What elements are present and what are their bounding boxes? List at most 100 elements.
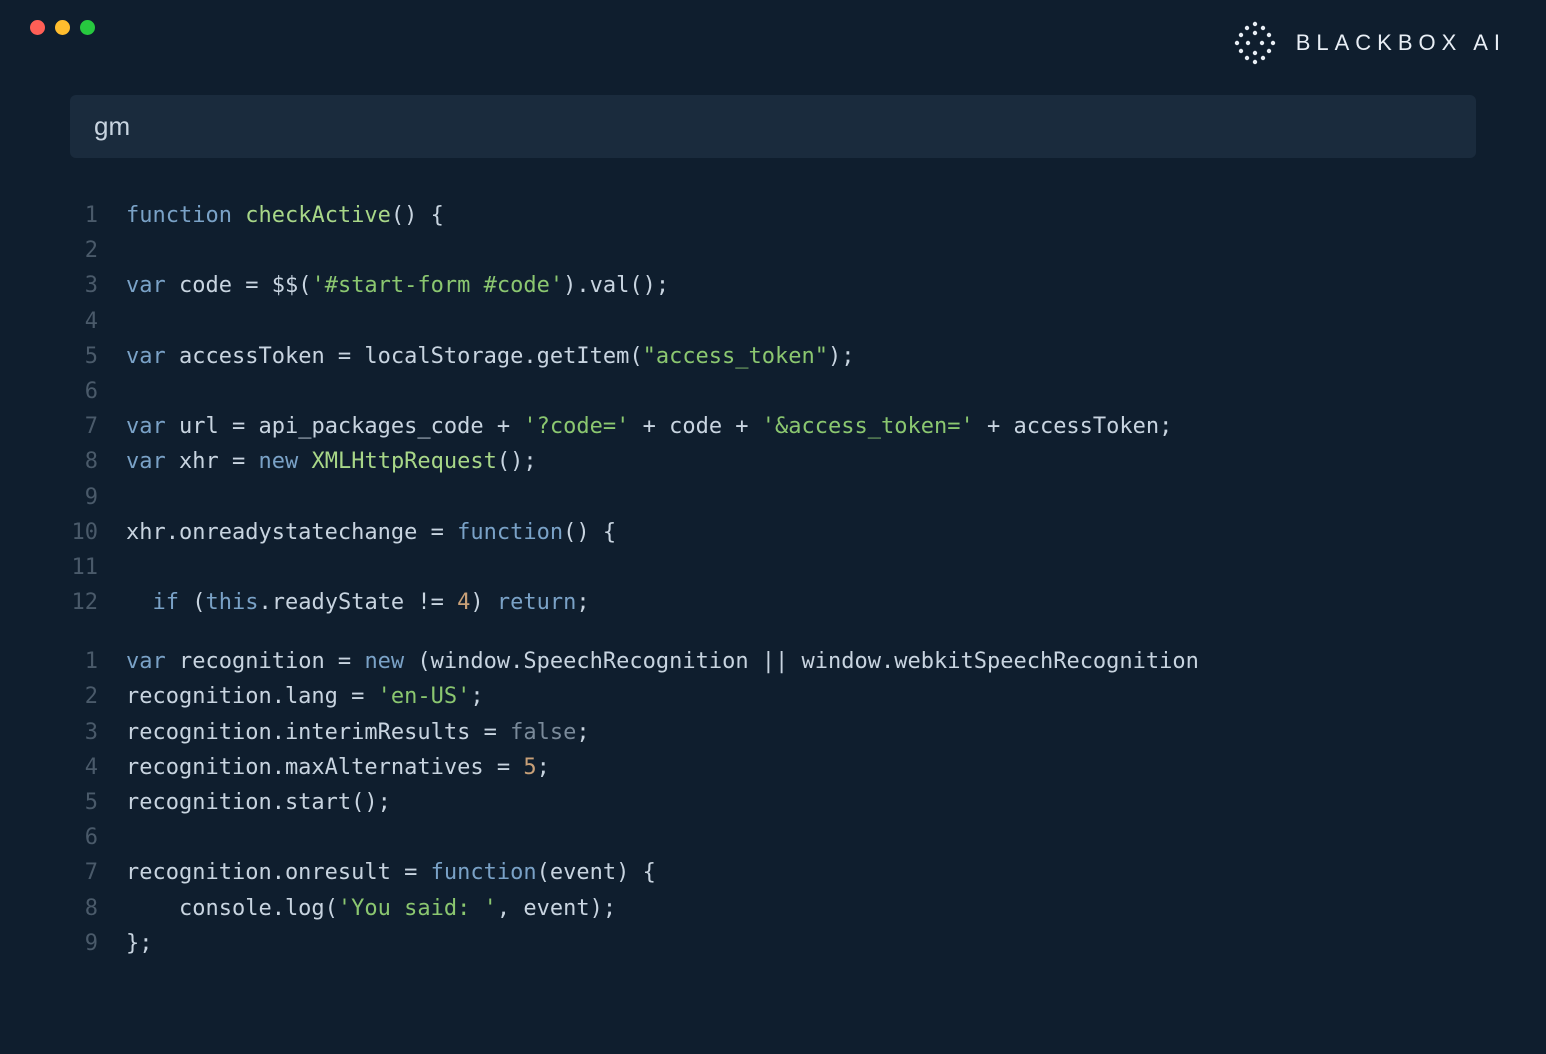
code-line[interactable]: 1function checkActive() { xyxy=(70,198,1476,233)
line-number: 5 xyxy=(70,785,126,820)
code-line[interactable]: 8 console.log('You said: ', event); xyxy=(70,891,1476,926)
line-content: var accessToken = localStorage.getItem("… xyxy=(126,339,1476,374)
code-token: xhr = xyxy=(166,449,259,474)
line-number: 8 xyxy=(70,444,126,479)
code-token: "access_token" xyxy=(643,344,828,369)
search-input[interactable]: gm xyxy=(70,95,1476,158)
line-number: 3 xyxy=(70,268,126,303)
code-token: var xyxy=(126,649,166,674)
code-token xyxy=(232,203,245,228)
code-line[interactable]: 11 xyxy=(70,550,1476,585)
code-token: XMLHttpRequest xyxy=(311,449,496,474)
code-line[interactable]: 9}; xyxy=(70,926,1476,961)
line-number: 6 xyxy=(70,374,126,409)
code-token: recognition = xyxy=(166,649,365,674)
minimize-window-button[interactable] xyxy=(55,20,70,35)
code-token: ); xyxy=(828,344,855,369)
code-token: + accessToken; xyxy=(974,414,1173,439)
line-number: 4 xyxy=(70,304,126,339)
code-token: new xyxy=(364,649,404,674)
code-token: checkActive xyxy=(245,203,391,228)
code-token: (); xyxy=(497,449,537,474)
code-line[interactable]: 10xhr.onreadystatechange = function() { xyxy=(70,515,1476,550)
code-token: function xyxy=(431,860,537,885)
line-content: recognition.lang = 'en-US'; xyxy=(126,679,1476,714)
line-number: 7 xyxy=(70,409,126,444)
code-line[interactable]: 5recognition.start(); xyxy=(70,785,1476,820)
code-token: 5 xyxy=(523,755,536,780)
line-content: if (this.readyState != 4) return; xyxy=(126,585,1476,620)
code-token: url = api_packages_code + xyxy=(166,414,524,439)
code-line[interactable]: 4recognition.maxAlternatives = 5; xyxy=(70,750,1476,785)
code-line[interactable]: 6 xyxy=(70,820,1476,855)
line-content: var url = api_packages_code + '?code=' +… xyxy=(126,409,1476,444)
code-token: (window.SpeechRecognition || window.webk… xyxy=(404,649,1199,674)
code-line[interactable]: 9 xyxy=(70,480,1476,515)
code-line[interactable]: 8var xhr = new XMLHttpRequest(); xyxy=(70,444,1476,479)
code-token: var xyxy=(126,449,166,474)
code-line[interactable]: 7var url = api_packages_code + '?code=' … xyxy=(70,409,1476,444)
code-token: ).val(); xyxy=(563,273,669,298)
code-token: ; xyxy=(576,590,589,615)
code-token: 'en-US' xyxy=(378,684,471,709)
brand-dots-icon xyxy=(1230,18,1280,68)
code-token: + code + xyxy=(629,414,761,439)
line-number: 2 xyxy=(70,233,126,268)
code-token xyxy=(298,449,311,474)
code-line[interactable]: 7recognition.onresult = function(event) … xyxy=(70,855,1476,890)
code-token: new xyxy=(258,449,298,474)
code-token: accessToken = localStorage.getItem( xyxy=(166,344,643,369)
line-content: var recognition = new (window.SpeechReco… xyxy=(126,644,1476,679)
line-number: 7 xyxy=(70,855,126,890)
code-line[interactable]: 3recognition.interimResults = false; xyxy=(70,715,1476,750)
code-token: ; xyxy=(470,684,483,709)
maximize-window-button[interactable] xyxy=(80,20,95,35)
code-token: ( xyxy=(179,590,206,615)
line-number: 11 xyxy=(70,550,126,585)
code-line[interactable]: 3var code = $$('#start-form #code').val(… xyxy=(70,268,1476,303)
code-token: var xyxy=(126,414,166,439)
code-token: recognition.start(); xyxy=(126,790,391,815)
line-number: 9 xyxy=(70,926,126,961)
line-number: 1 xyxy=(70,198,126,233)
line-content: recognition.maxAlternatives = 5; xyxy=(126,750,1476,785)
code-token: 4 xyxy=(457,590,470,615)
code-line[interactable]: 2recognition.lang = 'en-US'; xyxy=(70,679,1476,714)
close-window-button[interactable] xyxy=(30,20,45,35)
code-token xyxy=(126,590,153,615)
code-line[interactable]: 5var accessToken = localStorage.getItem(… xyxy=(70,339,1476,374)
code-token: return xyxy=(497,590,576,615)
code-block: 1function checkActive() {23var code = $$… xyxy=(70,198,1476,620)
line-content: var code = $$('#start-form #code').val()… xyxy=(126,268,1476,303)
code-line[interactable]: 12 if (this.readyState != 4) return; xyxy=(70,585,1476,620)
code-token: '?code=' xyxy=(523,414,629,439)
code-token: function xyxy=(126,203,232,228)
code-token: }; xyxy=(126,931,153,956)
line-content: recognition.interimResults = false; xyxy=(126,715,1476,750)
line-number: 8 xyxy=(70,891,126,926)
code-token: '#start-form #code' xyxy=(311,273,563,298)
line-number: 12 xyxy=(70,585,126,620)
code-token: recognition.maxAlternatives = xyxy=(126,755,523,780)
code-token: , event); xyxy=(497,896,616,921)
line-number: 2 xyxy=(70,679,126,714)
brand-logo: BLACKBOX AI xyxy=(1230,18,1506,68)
code-line[interactable]: 2 xyxy=(70,233,1476,268)
code-token: function xyxy=(457,520,563,545)
brand-name: BLACKBOX AI xyxy=(1296,30,1506,56)
code-line[interactable]: 4 xyxy=(70,304,1476,339)
line-number: 3 xyxy=(70,715,126,750)
code-token: false xyxy=(510,720,576,745)
line-number: 1 xyxy=(70,644,126,679)
code-token: (event) { xyxy=(537,860,656,885)
code-line[interactable]: 1var recognition = new (window.SpeechRec… xyxy=(70,644,1476,679)
line-number: 9 xyxy=(70,480,126,515)
line-content: recognition.onresult = function(event) { xyxy=(126,855,1476,890)
code-block: 1var recognition = new (window.SpeechRec… xyxy=(70,644,1476,961)
code-token: '&access_token=' xyxy=(762,414,974,439)
code-line[interactable]: 6 xyxy=(70,374,1476,409)
line-content: xhr.onreadystatechange = function() { xyxy=(126,515,1476,550)
code-token: var xyxy=(126,273,166,298)
code-token: if xyxy=(153,590,180,615)
code-token: var xyxy=(126,344,166,369)
